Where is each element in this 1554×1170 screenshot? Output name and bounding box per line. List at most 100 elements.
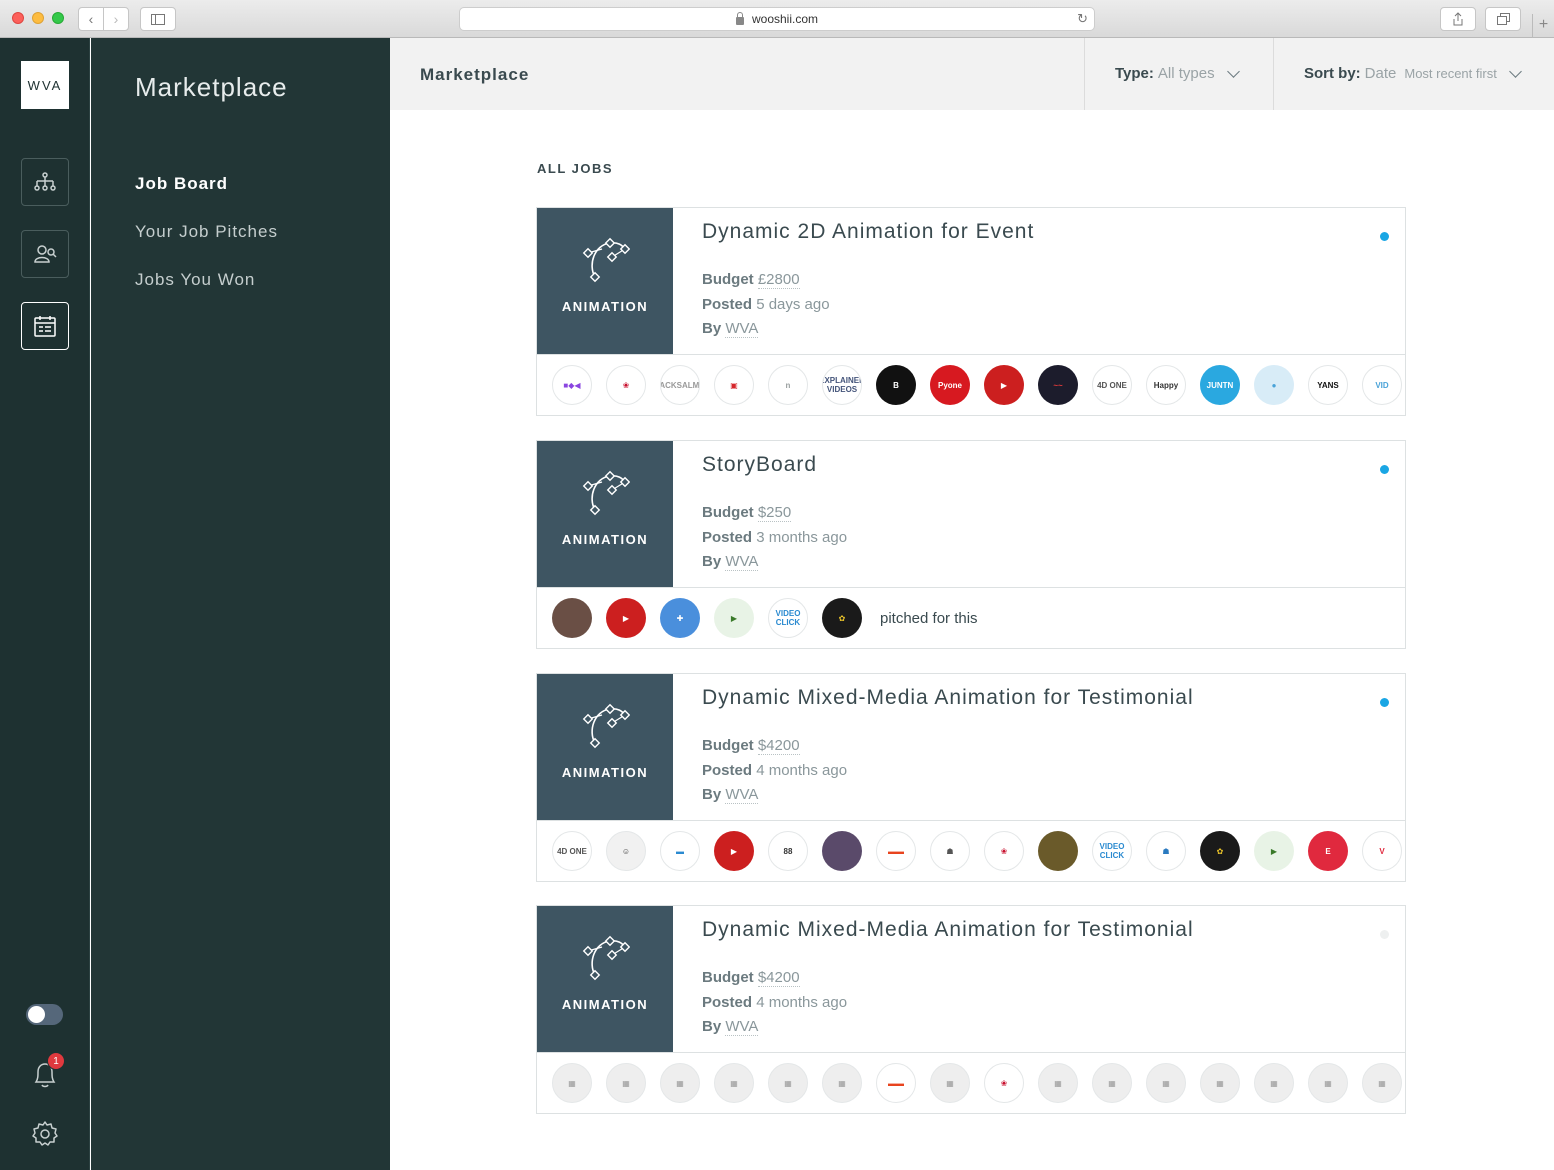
forward-button[interactable]: › xyxy=(103,7,129,31)
job-card[interactable]: ANIMATION StoryBoard Budget $250 Posted 3 m… xyxy=(536,440,1406,649)
org-chart-button[interactable] xyxy=(21,158,69,206)
pitcher-avatar[interactable]: ▶ xyxy=(714,598,754,638)
job-posted: Posted 3 months ago xyxy=(702,529,847,546)
pitcher-avatar[interactable]: ❀ xyxy=(606,365,646,405)
pitcher-avatar[interactable]: ▦ xyxy=(768,1063,808,1103)
pitcher-avatar[interactable]: ▬ xyxy=(660,831,700,871)
marketplace-button[interactable] xyxy=(21,302,69,350)
unread-indicator xyxy=(1380,465,1389,474)
theme-toggle[interactable] xyxy=(26,1004,63,1025)
zoom-window-button[interactable] xyxy=(52,12,64,24)
pitcher-avatar[interactable]: B xyxy=(876,365,916,405)
pitcher-avatar[interactable]: YANS xyxy=(1308,365,1348,405)
pitcher-avatar[interactable]: ✿ xyxy=(822,598,862,638)
pitcher-avatar[interactable]: ▦ xyxy=(930,1063,970,1103)
address-bar[interactable]: wooshii.com ↻ xyxy=(459,7,1095,31)
sort-dropdown[interactable]: Sort by: Date Most recent first xyxy=(1304,65,1522,82)
job-posted: Posted 4 months ago xyxy=(702,762,847,779)
pitcher-avatar[interactable]: Happy xyxy=(1146,365,1186,405)
tabs-overview-icon[interactable] xyxy=(1485,7,1521,31)
unread-indicator xyxy=(1380,698,1389,707)
bezier-path-icon xyxy=(582,935,630,981)
job-card[interactable]: ANIMATION Dynamic 2D Animation for Event B… xyxy=(536,207,1406,416)
job-category: ANIMATION xyxy=(561,299,649,314)
pitcher-avatar[interactable]: 88 xyxy=(768,831,808,871)
pitcher-avatar[interactable]: ▦ xyxy=(1038,1063,1078,1103)
pitcher-avatar[interactable]: ▶ xyxy=(714,831,754,871)
pitcher-avatar[interactable]: ▦ xyxy=(1146,1063,1186,1103)
pitcher-avatar[interactable]: ❀ xyxy=(984,831,1024,871)
share-icon[interactable] xyxy=(1440,7,1476,31)
job-title[interactable]: Dynamic Mixed-Media Animation for Testim… xyxy=(702,918,1194,942)
job-budget: Budget $4200 xyxy=(702,969,800,987)
author-value[interactable]: WVA xyxy=(725,786,759,804)
pitchers-row: ▶ ✚ ▶ VIDEO CLICK ✿ pitched for this xyxy=(537,587,1405,648)
company-logo[interactable]: WVA xyxy=(21,61,69,109)
pitcher-avatar[interactable]: ~~ xyxy=(1038,365,1078,405)
back-button[interactable]: ‹ xyxy=(78,7,104,31)
budget-label: Budget xyxy=(702,271,754,288)
pitcher-avatar[interactable]: ❀ xyxy=(984,1063,1024,1103)
pitcher-avatar[interactable]: EXPLAINER VIDEOS xyxy=(822,365,862,405)
pitcher-avatar[interactable] xyxy=(1038,831,1078,871)
pitcher-avatar[interactable]: JUNTN xyxy=(1200,365,1240,405)
pitcher-avatar[interactable]: VIDEO CLICK xyxy=(768,598,808,638)
pitcher-avatar[interactable]: ▦ xyxy=(1254,1063,1294,1103)
pitcher-avatar[interactable]: ☺ xyxy=(606,831,646,871)
pitcher-avatar[interactable]: ▬▬ xyxy=(876,831,916,871)
author-value[interactable]: WVA xyxy=(725,320,759,338)
pitcher-avatar[interactable]: ▦ xyxy=(822,1063,862,1103)
pitcher-avatar[interactable]: 4D ONE xyxy=(1092,365,1132,405)
pitcher-avatar[interactable]: n xyxy=(768,365,808,405)
job-title[interactable]: Dynamic Mixed-Media Animation for Testim… xyxy=(702,686,1194,710)
job-budget: Budget $250 xyxy=(702,504,792,522)
pitcher-avatar[interactable]: ▦ xyxy=(1362,1063,1402,1103)
new-tab-button[interactable]: + xyxy=(1532,14,1554,38)
pitcher-avatar[interactable]: Pyone xyxy=(930,365,970,405)
contacts-button[interactable] xyxy=(21,230,69,278)
pitcher-avatar[interactable]: ✚ xyxy=(660,598,700,638)
reload-icon[interactable]: ↻ xyxy=(1077,11,1088,27)
pitcher-avatar[interactable]: ▦ xyxy=(1200,1063,1240,1103)
job-title[interactable]: StoryBoard xyxy=(702,453,817,477)
pitcher-avatar[interactable]: ▣ xyxy=(714,365,754,405)
pitcher-avatar[interactable]: ☗ xyxy=(930,831,970,871)
author-value[interactable]: WVA xyxy=(725,553,759,571)
pitcher-avatar[interactable]: ▦ xyxy=(552,1063,592,1103)
close-window-button[interactable] xyxy=(12,12,24,24)
pitcher-avatar[interactable]: ▦ xyxy=(1092,1063,1132,1103)
sidebar-item-job-board[interactable]: Job Board xyxy=(135,174,228,194)
pitcher-avatar[interactable]: ▶ xyxy=(1254,831,1294,871)
type-filter-dropdown[interactable]: Type: All types xyxy=(1115,65,1240,82)
pitcher-avatar[interactable]: ▶ xyxy=(606,598,646,638)
pitcher-avatar[interactable]: ▬▬ xyxy=(876,1063,916,1103)
pitcher-avatar[interactable]: VIDEO CLICK xyxy=(1092,831,1132,871)
chevron-down-icon xyxy=(1226,65,1240,78)
pitcher-avatar[interactable]: ▦ xyxy=(714,1063,754,1103)
pitcher-avatar[interactable] xyxy=(822,831,862,871)
sidebar-item-jobs-won[interactable]: Jobs You Won xyxy=(135,270,255,290)
pitcher-avatar[interactable]: ✿ xyxy=(1200,831,1240,871)
pitcher-avatar[interactable]: ▦ xyxy=(1308,1063,1348,1103)
author-value[interactable]: WVA xyxy=(725,1018,759,1036)
pitcher-avatar[interactable]: ☗ xyxy=(1146,831,1186,871)
gear-icon[interactable] xyxy=(31,1120,59,1148)
minimize-window-button[interactable] xyxy=(32,12,44,24)
pitcher-avatar[interactable]: ▦ xyxy=(660,1063,700,1103)
sidebar-toggle-icon[interactable] xyxy=(140,7,176,31)
job-title[interactable]: Dynamic 2D Animation for Event xyxy=(702,220,1034,244)
pitcher-avatar[interactable] xyxy=(552,598,592,638)
pitcher-avatar[interactable]: VID xyxy=(1362,365,1402,405)
pitcher-avatar[interactable]: BLACKSALMON xyxy=(660,365,700,405)
pitcher-avatar[interactable]: ▶ xyxy=(984,365,1024,405)
pitcher-avatar[interactable]: E xyxy=(1308,831,1348,871)
job-card[interactable]: ANIMATION Dynamic Mixed-Media Animation f… xyxy=(536,673,1406,882)
pitcher-avatar[interactable]: ▦ xyxy=(606,1063,646,1103)
job-card[interactable]: ANIMATION Dynamic Mixed-Media Animation f… xyxy=(536,905,1406,1114)
pitcher-avatar[interactable]: V xyxy=(1362,831,1402,871)
sidebar-item-job-pitches[interactable]: Your Job Pitches xyxy=(135,222,278,242)
pitcher-avatar[interactable]: ● xyxy=(1254,365,1294,405)
job-category-tile: ANIMATION xyxy=(537,674,673,820)
pitcher-avatar[interactable]: 4D ONE xyxy=(552,831,592,871)
pitcher-avatar[interactable]: ■◆◀ xyxy=(552,365,592,405)
